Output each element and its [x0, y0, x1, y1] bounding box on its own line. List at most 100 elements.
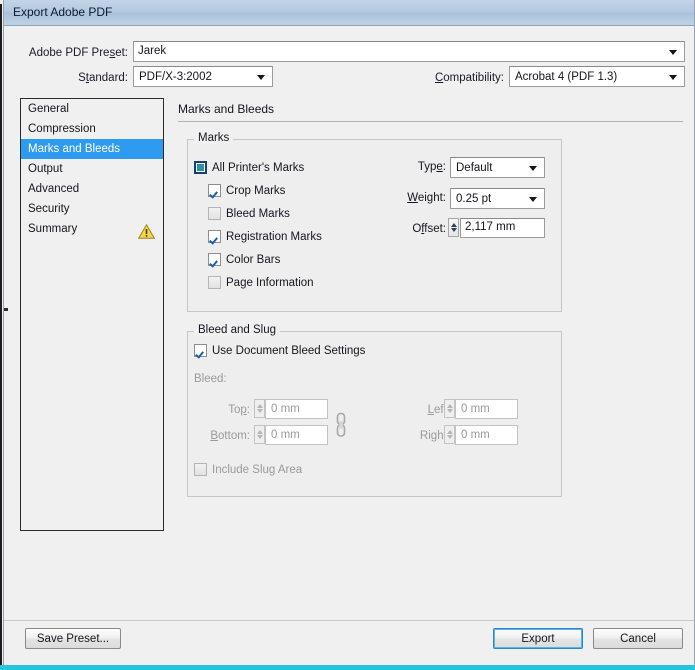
checkbox-indicator[interactable]	[194, 344, 207, 357]
marks-type-combo[interactable]: Default	[450, 157, 545, 178]
checkbox-label: Page Information	[226, 276, 314, 289]
title-divider	[178, 121, 683, 122]
checkbox-label: Include Slug Area	[212, 463, 303, 476]
checkbox-indicator[interactable]	[194, 161, 207, 174]
cancel-button[interactable]: Cancel	[593, 628, 683, 649]
page-title: Marks and Bleeds	[178, 102, 275, 116]
footer-divider	[4, 620, 694, 621]
dialog-titlebar[interactable]: Export Adobe PDF	[4, 0, 694, 26]
stepper-down-icon[interactable]	[256, 435, 263, 439]
bleed-bottom-value: 0 mm	[271, 429, 300, 441]
bleed-left-input[interactable]: 0 mm	[455, 399, 518, 419]
offset-stepper[interactable]	[448, 218, 459, 237]
compatibility-combo[interactable]: Acrobat 4 (PDF 1.3)	[509, 66, 685, 87]
bleed-top-input[interactable]: 0 mm	[265, 399, 328, 419]
stepper-up-icon[interactable]	[446, 404, 453, 408]
stepper-down-icon[interactable]	[446, 435, 453, 439]
stepper-down-icon[interactable]	[256, 409, 263, 413]
preset-label: Adobe PDF Preset:	[28, 47, 128, 59]
bleed-right-stepper[interactable]	[444, 425, 455, 444]
link-chain-icon[interactable]	[335, 412, 347, 438]
bleed-top-value: 0 mm	[271, 403, 300, 415]
marks-weight-combo[interactable]: 0.25 pt	[450, 188, 545, 209]
chevron-down-icon[interactable]	[529, 196, 537, 202]
sidebar-item-label: Marks and Bleeds	[28, 143, 121, 155]
stepper-up-icon[interactable]	[256, 404, 263, 408]
window-left-edge	[0, 4, 2, 667]
checkbox-all-printers-marks[interactable]: All Printer's Marks	[194, 161, 304, 174]
standard-label: Standard:	[78, 72, 128, 84]
stepper-down-icon[interactable]	[450, 228, 457, 232]
checkbox-indicator[interactable]	[208, 184, 221, 197]
sidebar-item-general[interactable]: General	[21, 99, 163, 119]
save-preset-button[interactable]: Save Preset...	[25, 628, 121, 649]
checkbox-indicator[interactable]	[208, 276, 221, 289]
bleed-left-value: 0 mm	[461, 403, 490, 415]
chevron-down-icon[interactable]	[257, 74, 265, 80]
bleed-bottom-stepper[interactable]	[254, 425, 265, 444]
checkbox-color-bars[interactable]: Color Bars	[208, 253, 280, 266]
sidebar-item-label: General	[28, 103, 69, 115]
bleed-right-input[interactable]: 0 mm	[455, 425, 518, 445]
bleed-left-stepper[interactable]	[444, 399, 455, 418]
stepper-up-icon[interactable]	[446, 430, 453, 434]
type-label: Type:	[417, 161, 446, 173]
checkbox-page-information[interactable]: Page Information	[208, 276, 314, 289]
bleed-right-value: 0 mm	[461, 429, 490, 441]
compatibility-label: Compatibility:	[434, 72, 504, 84]
sidebar-item-output[interactable]: Output	[21, 159, 163, 179]
bleed-bottom-label: Bottom:	[210, 430, 250, 442]
export-button[interactable]: Export	[493, 628, 583, 649]
standard-combo[interactable]: PDF/X-3:2002	[133, 66, 273, 87]
bleed-bottom-input[interactable]: 0 mm	[265, 425, 328, 445]
bottom-accent-strip	[0, 665, 695, 670]
marks-type-value: Default	[456, 161, 493, 174]
standard-value: PDF/X-3:2002	[139, 70, 212, 83]
adobe-pdf-preset-value: Jarek	[138, 44, 167, 57]
checkbox-use-document-bleed-settings[interactable]: Use Document Bleed Settings	[194, 344, 365, 357]
adobe-pdf-preset-combo[interactable]: Jarek	[133, 41, 685, 62]
settings-category-list[interactable]: General Compression Marks and Bleeds Out…	[20, 98, 164, 531]
checkbox-label: Registration Marks	[226, 230, 322, 243]
marks-weight-value: 0.25 pt	[456, 192, 492, 205]
sidebar-item-compression[interactable]: Compression	[21, 119, 163, 139]
sidebar-item-label: Advanced	[28, 183, 80, 195]
checkbox-indicator[interactable]	[208, 253, 221, 266]
chevron-down-icon[interactable]	[669, 49, 677, 55]
checkbox-label: Crop Marks	[226, 184, 286, 197]
export-adobe-pdf-dialog: Export Adobe PDF Adobe PDF Preset: Jarek…	[3, 0, 695, 667]
offset-label: Offset:	[412, 223, 446, 235]
marks-group-title: Marks	[194, 132, 234, 144]
stepper-up-icon[interactable]	[450, 223, 457, 227]
sidebar-item-marks-and-bleeds[interactable]: Marks and Bleeds	[21, 139, 163, 159]
sidebar-item-label: Output	[28, 163, 63, 175]
bleed-and-slug-group-title: Bleed and Slug	[194, 324, 281, 336]
sidebar-item-label: Security	[28, 203, 70, 215]
stepper-up-icon[interactable]	[256, 430, 263, 434]
stepper-down-icon[interactable]	[446, 409, 453, 413]
warning-triangle-icon	[138, 224, 155, 239]
checkbox-crop-marks[interactable]: Crop Marks	[208, 184, 285, 197]
chevron-down-icon[interactable]	[529, 165, 537, 171]
bleed-subsection-label: Bleed:	[194, 373, 227, 385]
checkbox-label: Color Bars	[226, 253, 281, 266]
bleed-top-stepper[interactable]	[254, 399, 265, 418]
weight-label: Weight:	[407, 192, 446, 204]
compatibility-value: Acrobat 4 (PDF 1.3)	[515, 70, 618, 83]
checkbox-include-slug-area[interactable]: Include Slug Area	[194, 463, 302, 476]
checkbox-indicator[interactable]	[208, 230, 221, 243]
bleed-right-label: Right:	[419, 430, 450, 442]
checkbox-registration-marks[interactable]: Registration Marks	[208, 230, 322, 243]
sidebar-item-advanced[interactable]: Advanced	[21, 179, 163, 199]
bleed-top-label: Top:	[228, 404, 250, 416]
checkbox-label: Use Document Bleed Settings	[212, 344, 366, 357]
sidebar-item-label: Compression	[28, 123, 96, 135]
offset-input[interactable]: 2,117 mm	[460, 218, 545, 238]
checkbox-bleed-marks[interactable]: Bleed Marks	[208, 207, 290, 220]
sidebar-item-security[interactable]: Security	[21, 199, 163, 219]
checkbox-indicator[interactable]	[208, 207, 221, 220]
bleed-left-label: Left:	[427, 404, 450, 416]
checkbox-indicator[interactable]	[194, 463, 207, 476]
chevron-down-icon[interactable]	[669, 74, 677, 80]
checkbox-label: All Printer's Marks	[212, 161, 305, 174]
